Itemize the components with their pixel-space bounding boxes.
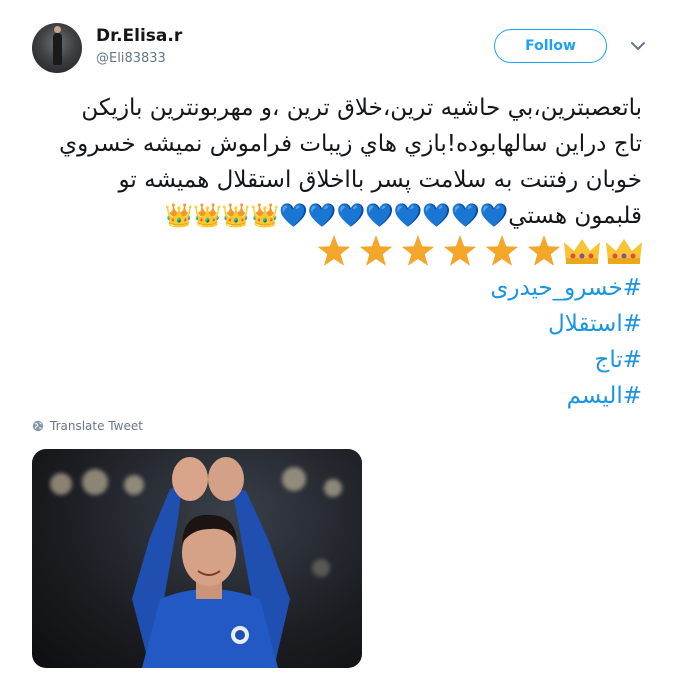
hashtag-link[interactable]: #استقلال [30, 306, 642, 342]
avatar-figure [53, 26, 62, 65]
star-icons [317, 235, 561, 266]
tweet-line: قلبمون هستي💙💙💙💙💙💙💙💙👑👑👑👑 [164, 203, 642, 229]
crown-icon [606, 239, 642, 264]
crown-icon [564, 239, 600, 264]
star-icon [527, 235, 561, 266]
player-figure [132, 457, 290, 668]
star-icon [359, 235, 393, 266]
hashtag-link[interactable]: #تاج [30, 342, 642, 378]
chevron-down-icon[interactable] [627, 38, 649, 54]
hashtag-link[interactable]: #الیسم [30, 378, 642, 414]
avatar[interactable] [32, 23, 82, 73]
emoji-row [317, 235, 642, 266]
hashtag-list: #خسرو_حیدری #استقلال #تاج #الیسم [30, 270, 642, 414]
hashtag-link[interactable]: #خسرو_حیدری [30, 270, 642, 306]
follow-button[interactable]: Follow [494, 29, 607, 63]
tweet-photo[interactable] [32, 449, 362, 668]
globe-icon [32, 420, 44, 432]
display-name[interactable]: Dr.Elisa.r [96, 26, 182, 46]
star-icon [443, 235, 477, 266]
star-icon [485, 235, 519, 266]
user-handle[interactable]: @Eli83833 [96, 51, 166, 66]
star-icon [317, 235, 351, 266]
star-icon [401, 235, 435, 266]
tweet-line: خوبان رفتنت به سلامت پسر بااخلاق استقلال… [118, 167, 642, 193]
crown-icons [564, 239, 642, 264]
translate-label: Translate Tweet [50, 419, 143, 433]
translate-tweet-link[interactable]: Translate Tweet [32, 419, 143, 433]
tweet-text: باتعصبترین،بي حاشيه ترين،خلاق ترين ،و مه… [30, 90, 642, 234]
tweet-line: تاج دراين سالهابوده!بازي هاي زيبات فرامو… [59, 131, 642, 157]
tweet-line: باتعصبترین،بي حاشيه ترين،خلاق ترين ،و مه… [81, 95, 642, 121]
